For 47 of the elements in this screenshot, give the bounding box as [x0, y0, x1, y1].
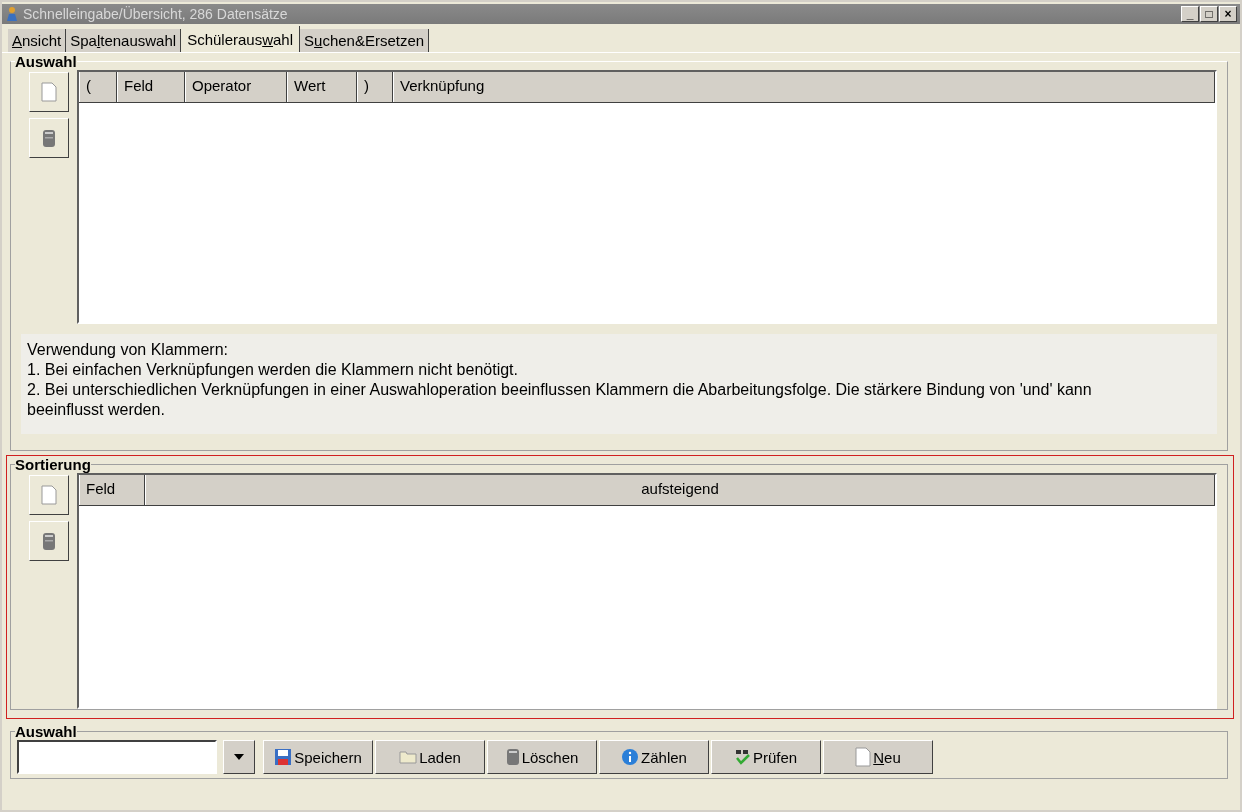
sorting-grid[interactable]: Feld aufsteigend — [77, 473, 1217, 709]
new-button[interactable] — [29, 72, 69, 112]
column-header[interactable]: ) — [357, 72, 393, 102]
check-button[interactable]: Prüfen — [711, 740, 821, 774]
delete-button[interactable] — [29, 521, 69, 561]
document-icon — [41, 82, 57, 102]
selection-combo-field[interactable] — [17, 740, 217, 774]
new-button[interactable]: Neu — [823, 740, 933, 774]
dropdown-button[interactable] — [223, 740, 255, 774]
trash-can-icon — [41, 128, 57, 148]
selection-grid[interactable]: ( Feld Operator Wert ) Verknüpfung — [77, 70, 1217, 324]
maximize-button[interactable]: □ — [1200, 6, 1218, 22]
delete-button[interactable]: Löschen — [487, 740, 597, 774]
help-text: Verwendung von Klammern: — [27, 340, 229, 360]
new-button[interactable] — [29, 475, 69, 515]
folder-icon — [399, 750, 418, 764]
help-text: 2. Bei unterschiedlichen Verknüpfungen in einer Auswahloperation beeinflussen Klammern die Abarbeitungsfolge. Die stärkere Bindung von 'und' kann beeinflusst werden. — [27, 380, 1093, 420]
column-header[interactable]: Feld — [79, 475, 145, 505]
tab[interactable]: Ansicht — [8, 29, 67, 52]
column-header[interactable]: Feld — [117, 72, 185, 102]
check-icon — [734, 749, 751, 765]
group-title: Auswahl — [15, 723, 77, 740]
minimize-button[interactable]: _ — [1181, 6, 1199, 22]
save-button[interactable]: Speichern — [263, 740, 373, 774]
column-header[interactable]: ( — [79, 72, 117, 102]
group-title: Auswahl — [15, 53, 77, 70]
help-text: 1. Bei einfachen Verknüpfungen werden die Klammern nicht benötigt. — [27, 360, 519, 380]
tab[interactable]: Spaltenauswahl — [66, 29, 182, 52]
column-header[interactable]: Wert — [287, 72, 357, 102]
caret-icon — [234, 754, 244, 760]
info-icon — [621, 748, 640, 766]
document-icon — [855, 747, 872, 767]
column-header[interactable]: Verknüpfung — [393, 72, 1215, 102]
column-header[interactable]: Operator — [185, 72, 287, 102]
floppy-icon — [274, 748, 293, 766]
load-button[interactable]: Laden — [375, 740, 485, 774]
document-icon — [41, 485, 57, 505]
trash-can-icon — [41, 531, 57, 551]
count-button[interactable]: Zählen — [599, 740, 709, 774]
tab[interactable]: Suchen&Ersetzen — [300, 29, 430, 52]
app-icon — [5, 6, 19, 22]
delete-button[interactable] — [29, 118, 69, 158]
column-header[interactable]: aufsteigend — [145, 475, 1215, 505]
window-title: Schnelleingabe/Übersicht, 286 Datensätze — [23, 6, 289, 22]
close-button[interactable]: × — [1219, 6, 1237, 22]
trash-can-icon — [505, 748, 520, 766]
group-title: Sortierung — [15, 456, 91, 473]
